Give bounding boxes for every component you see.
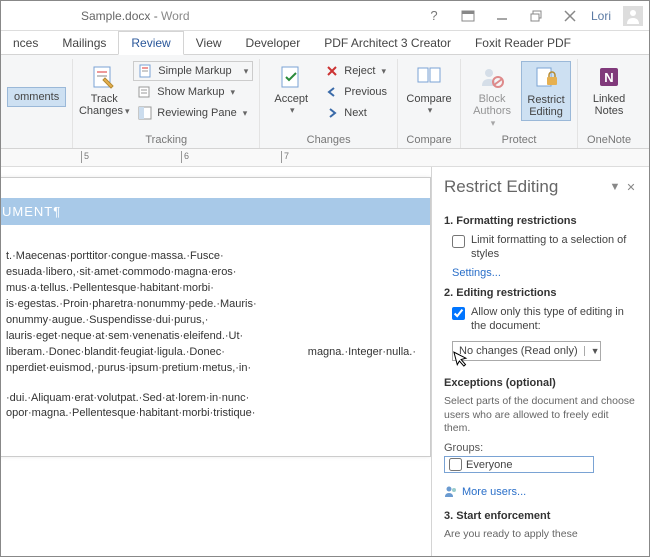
compare-button[interactable]: Compare▾ (404, 61, 454, 118)
group-changes: Accept▾ Reject▾ Previous Next Changes (260, 59, 398, 148)
group-label-onenote: OneNote (584, 133, 634, 146)
group-label-tracking: Tracking (79, 133, 253, 146)
more-users-link[interactable]: More users... (462, 486, 526, 498)
doc-name: Sample.docx (81, 9, 150, 23)
chevron-down-icon[interactable]: ▼ (584, 346, 600, 356)
users-icon (444, 485, 458, 497)
track-changes-icon (90, 63, 118, 91)
tab-references[interactable]: nces (1, 32, 50, 54)
markup-dropdown[interactable]: Simple Markup▾ (133, 61, 253, 81)
next-button[interactable]: Next (320, 103, 391, 123)
groups-label: Groups: (444, 442, 637, 454)
tab-foxit[interactable]: Foxit Reader PDF (463, 32, 583, 54)
group-item-everyone[interactable]: Everyone (447, 458, 591, 471)
ribbon: omments TrackChanges▾ Simple Markup▾ Sho… (1, 55, 649, 149)
reviewing-pane-icon (137, 105, 153, 121)
reject-icon (324, 63, 340, 79)
app-name: Word (161, 9, 189, 23)
group-tracking: TrackChanges▾ Simple Markup▾ Show Markup… (73, 59, 260, 148)
editing-type-value: No changes (Read only) (453, 345, 584, 357)
block-authors-icon (478, 63, 506, 91)
block-authors-button[interactable]: BlockAuthors ▾ (467, 61, 517, 131)
svg-text:N: N (604, 70, 613, 85)
tab-mailings[interactable]: Mailings (50, 32, 118, 54)
section-formatting-heading: 1. Formatting restrictions (444, 215, 637, 227)
previous-icon (324, 84, 340, 100)
linked-notes-button[interactable]: N LinkedNotes (584, 61, 634, 119)
ruler[interactable]: 5 6 7 (1, 149, 649, 167)
comments-button[interactable]: omments (7, 87, 66, 107)
limit-formatting-label: Limit formatting to a selection of style… (471, 233, 637, 262)
everyone-checkbox[interactable] (449, 458, 462, 471)
exceptions-desc: Select parts of the document and choose … (444, 393, 637, 440)
pane-close-icon[interactable]: ✕ (623, 181, 639, 194)
section-enforcement-heading: 3. Start enforcement (444, 510, 637, 522)
restrict-editing-pane: Restrict Editing ▼ ✕ 1. Formatting restr… (431, 167, 649, 556)
allow-editing-checkbox[interactable] (452, 307, 465, 320)
pane-title: Restrict Editing (444, 177, 607, 197)
pane-options-icon[interactable]: ▼ (607, 181, 623, 193)
tab-developer[interactable]: Developer (234, 32, 313, 54)
editing-type-dropdown[interactable]: No changes (Read only) ▼ (452, 341, 601, 361)
section-exceptions-heading: Exceptions (optional) (444, 377, 637, 389)
group-comments: omments (1, 59, 73, 148)
tab-pdf-architect[interactable]: PDF Architect 3 Creator (312, 32, 463, 54)
next-icon (324, 105, 340, 121)
restrict-editing-icon (532, 64, 560, 92)
show-markup-icon (137, 84, 153, 100)
user-avatar-icon[interactable] (623, 6, 643, 26)
ruler-tick: 7 (281, 151, 289, 163)
groups-listbox[interactable]: Everyone (444, 456, 594, 473)
ribbon-display-icon[interactable] (455, 5, 481, 27)
onenote-icon: N (595, 63, 623, 91)
minimize-icon[interactable] (489, 5, 515, 27)
close-icon[interactable] (557, 5, 583, 27)
doc-paragraph: ·dui.·Aliquam·erat·volutpat.·Sed·at·lore… (6, 391, 416, 423)
ruler-tick: 6 (181, 151, 189, 163)
help-icon[interactable]: ? (421, 5, 447, 27)
accept-icon (277, 63, 305, 91)
everyone-label: Everyone (466, 459, 512, 471)
group-label-compare: Compare (404, 133, 454, 146)
group-onenote: N LinkedNotes OneNote (578, 59, 640, 148)
reviewing-pane-button[interactable]: Reviewing Pane▾ (133, 103, 253, 123)
compare-icon (415, 63, 443, 91)
accept-button[interactable]: Accept▾ (266, 61, 316, 118)
markup-icon (138, 63, 154, 79)
user-name[interactable]: Lori (591, 9, 611, 23)
section-editing-heading: 2. Editing restrictions (444, 287, 637, 299)
settings-link[interactable]: Settings... (444, 267, 501, 279)
doc-heading: UMENT¶ (1, 198, 430, 225)
doc-body[interactable]: t.·Maecenas·porttitor·congue·massa.·Fusc… (6, 249, 416, 422)
tab-view[interactable]: View (184, 32, 234, 54)
tab-review[interactable]: Review (118, 31, 183, 55)
document-canvas[interactable]: UMENT¶ t.·Maecenas·porttitor·congue·mass… (1, 167, 431, 556)
restrict-editing-button[interactable]: RestrictEditing (521, 61, 571, 121)
ribbon-tabs: nces Mailings Review View Developer PDF … (1, 31, 649, 55)
reject-button[interactable]: Reject▾ (320, 61, 391, 81)
titlebar: Sample.docx - Word ? Lori (1, 1, 649, 31)
pane-header: Restrict Editing ▼ ✕ (432, 167, 649, 203)
allow-editing-label: Allow only this type of editing in the d… (471, 305, 637, 334)
limit-formatting-checkbox[interactable] (452, 235, 465, 248)
window-title: Sample.docx - Word (51, 9, 421, 23)
track-changes-label: TrackChanges▾ (79, 93, 130, 117)
show-markup-button[interactable]: Show Markup▾ (133, 82, 253, 102)
group-protect: BlockAuthors ▾ RestrictEditing Protect (461, 59, 578, 148)
doc-paragraph: t.·Maecenas·porttitor·congue·massa.·Fusc… (6, 249, 416, 377)
document-page: UMENT¶ t.·Maecenas·porttitor·congue·mass… (1, 177, 431, 457)
group-label-comments (7, 133, 66, 146)
previous-button[interactable]: Previous (320, 82, 391, 102)
group-label-protect: Protect (467, 133, 571, 146)
group-compare: Compare▾ Compare (398, 59, 461, 148)
ruler-tick: 5 (81, 151, 89, 163)
enforcement-question: Are you ready to apply these (444, 526, 637, 546)
track-changes-button[interactable]: TrackChanges▾ (79, 61, 129, 119)
group-label-changes: Changes (266, 133, 391, 146)
content-area: UMENT¶ t.·Maecenas·porttitor·congue·mass… (1, 167, 649, 556)
restore-icon[interactable] (523, 5, 549, 27)
